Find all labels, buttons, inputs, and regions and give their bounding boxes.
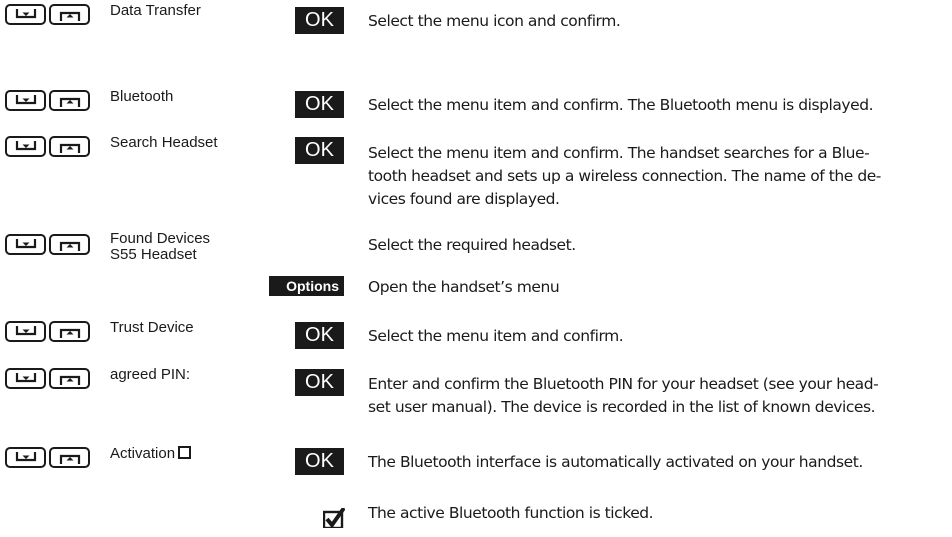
step-agreed-pin: agreed PIN: OK Enter and confirm the Blu…: [0, 364, 952, 420]
arrow-up-key-icon: [49, 321, 90, 342]
arrow-down-key-icon: [5, 4, 46, 25]
ok-key: OK: [295, 369, 344, 396]
manual-page: { "steps": [ { "display": "Data Transfer…: [0, 0, 952, 537]
step-description: Select the menu item and confirm. The ha…: [368, 144, 881, 208]
display-text: Data Transfer: [110, 2, 201, 19]
arrow-down-key-icon: [5, 234, 46, 255]
arrow-down-key-icon: [5, 90, 46, 111]
ok-key: OK: [295, 448, 344, 475]
arrow-down-key-icon: [5, 136, 46, 157]
display-text: Search Headset: [110, 134, 218, 151]
step-description: Select the required headset.: [368, 236, 576, 254]
arrow-down-key-icon: [5, 368, 46, 389]
options-softkey: Options: [269, 276, 344, 296]
step-description: Select the menu item and confirm. The Bl…: [368, 96, 874, 114]
display-text: Activation: [110, 445, 192, 462]
navigation-keys: [5, 447, 90, 468]
checkmark-icon: [322, 506, 346, 532]
step-bluetooth: Bluetooth OK Select the menu item and co…: [0, 86, 952, 118]
step-description: Enter and confirm the Bluetooth PIN for …: [368, 375, 879, 416]
arrow-up-key-icon: [49, 447, 90, 468]
ok-key: OK: [295, 322, 344, 349]
step-options: Options Open the handset’s menu: [0, 276, 952, 306]
step-search-headset: Search Headset OK Select the menu item a…: [0, 132, 952, 208]
step-activation: Activation OK The Bluetooth interface is…: [0, 443, 952, 475]
step-ticked: The active Bluetooth function is ticked.: [0, 484, 952, 530]
empty-checkbox-icon: [178, 446, 192, 459]
step-description: The Bluetooth interface is automatically…: [368, 453, 863, 471]
display-text: agreed PIN:: [110, 366, 191, 383]
arrow-up-key-icon: [49, 368, 90, 389]
navigation-keys: [5, 234, 90, 255]
arrow-down-key-icon: [5, 321, 46, 342]
arrow-up-key-icon: [49, 4, 90, 25]
display-text-line-2: S55 Headset: [110, 246, 197, 263]
navigation-keys: [5, 4, 90, 25]
step-description: Select the menu icon and confirm.: [368, 12, 621, 30]
ok-key: OK: [295, 91, 344, 118]
step-data-transfer: Data Transfer OK Select the menu icon an…: [0, 0, 952, 70]
ok-key: OK: [295, 7, 344, 34]
display-text: Bluetooth: [110, 88, 174, 105]
navigation-keys: [5, 136, 90, 157]
step-description: The active Bluetooth function is ticked.: [368, 504, 654, 522]
navigation-keys: [5, 321, 90, 342]
navigation-keys: [5, 368, 90, 389]
display-text-line-1: Found Devices: [110, 230, 211, 247]
arrow-up-key-icon: [49, 234, 90, 255]
arrow-up-key-icon: [49, 136, 90, 157]
step-trust-device: Trust Device OK Select the menu item and…: [0, 317, 952, 349]
step-description: Open the handset’s menu: [368, 278, 560, 296]
ok-key: OK: [295, 137, 344, 164]
step-description: Select the menu item and confirm.: [368, 327, 624, 345]
display-text: Trust Device: [110, 319, 194, 336]
arrow-up-key-icon: [49, 90, 90, 111]
step-found-devices: Found Devices S55 Headset Select the req…: [0, 230, 952, 266]
navigation-keys: [5, 90, 90, 111]
arrow-down-key-icon: [5, 447, 46, 468]
